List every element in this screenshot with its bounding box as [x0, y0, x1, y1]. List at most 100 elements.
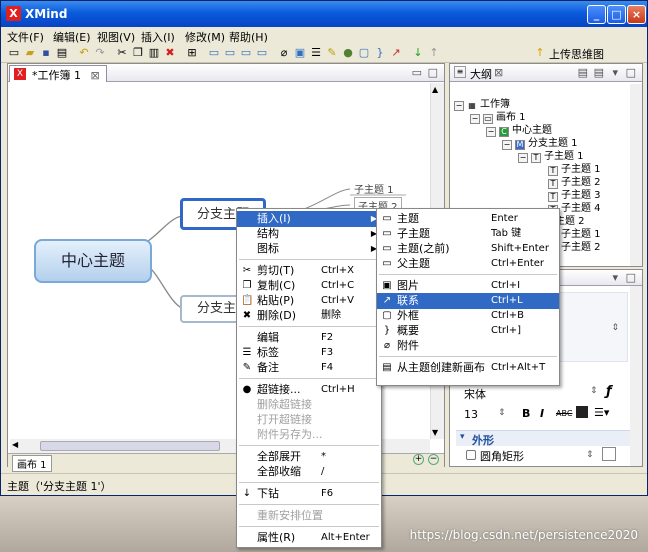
tab-close-icon[interactable]: ⊠: [494, 66, 503, 79]
submenu-item[interactable]: ▭ 主题 Enter: [377, 211, 559, 227]
copy-icon[interactable]: ❐: [131, 46, 145, 60]
tree-item[interactable]: − ▭ 画布 1: [470, 111, 526, 124]
open-icon[interactable]: ▰: [23, 46, 37, 60]
font-name[interactable]: 宋体: [464, 386, 486, 402]
submenu-item[interactable]: } 概要 Ctrl+]: [377, 323, 559, 339]
submenu-item[interactable]: ▤ 从主题创建新画布 Ctrl+Alt+T: [377, 360, 559, 376]
minimize-view-icon[interactable]: ▭: [412, 66, 422, 79]
collapse-all-icon[interactable]: ▤: [578, 66, 588, 79]
maximize-view-icon[interactable]: □: [626, 66, 636, 79]
paste-icon[interactable]: ▥: [147, 46, 161, 60]
cut-icon[interactable]: ✂: [115, 46, 129, 60]
print-icon[interactable]: ▤: [55, 46, 69, 60]
bold-icon[interactable]: B: [522, 407, 530, 420]
maximize-button[interactable]: □: [607, 5, 626, 24]
color-swatch[interactable]: [602, 447, 616, 461]
title-bar[interactable]: X XMind _ □ ×: [1, 1, 647, 27]
parent-topic-icon[interactable]: ▭: [255, 46, 269, 60]
context-menu-item[interactable]: ↓ 下钻 F6: [237, 486, 381, 502]
tree-item[interactable]: − M 分支主题 1: [502, 137, 578, 150]
outline-tab-label[interactable]: 大纲: [470, 66, 492, 82]
close-button[interactable]: ×: [627, 5, 646, 24]
tree-item[interactable]: T子主题 1: [548, 163, 601, 176]
spinner-icon[interactable]: ⇕: [586, 450, 594, 460]
float-topic-icon[interactable]: ▭: [239, 46, 253, 60]
context-menu-item[interactable]: 📋 粘贴(P) Ctrl+V: [237, 293, 381, 309]
central-topic[interactable]: 中心主题: [34, 239, 152, 283]
context-menu-item[interactable]: 属性(R) Alt+Enter: [237, 530, 381, 546]
spinner-icon[interactable]: ⇕: [498, 408, 506, 418]
menu-file[interactable]: 文件(F): [7, 29, 44, 45]
context-menu-item[interactable]: ✎ 备注 F4: [237, 360, 381, 376]
editor-tab[interactable]: X *工作簿 1 ⊠: [9, 65, 107, 82]
align-icon[interactable]: ☰▾: [594, 406, 609, 419]
undo-icon[interactable]: ↶: [77, 46, 91, 60]
submenu-item[interactable]: ▭ 主题(之前) Shift+Enter: [377, 241, 559, 257]
zoom-icon[interactable]: ⊞: [185, 46, 199, 60]
boundary-icon[interactable]: ▢: [357, 46, 371, 60]
tree-item[interactable]: − C 中心主题: [486, 124, 552, 137]
submenu-item[interactable]: ▢ 外框 Ctrl+B: [377, 308, 559, 324]
subtopic-label[interactable]: 子主题 1: [354, 181, 394, 196]
context-menu-item[interactable]: 插入(I) ▶: [237, 211, 381, 227]
outline-scrollbar[interactable]: [630, 84, 642, 266]
scroll-left-icon[interactable]: ◀: [12, 440, 18, 449]
maximize-view-icon[interactable]: □: [428, 66, 438, 79]
scroll-up-icon[interactable]: ▲: [432, 85, 438, 94]
tree-item[interactable]: − T 子主题 1: [518, 150, 584, 163]
context-menu-item[interactable]: ● 超链接... Ctrl+H: [237, 382, 381, 398]
submenu-item[interactable]: ⌀ 附件: [377, 338, 559, 354]
label-icon[interactable]: ☰: [309, 46, 323, 60]
summary-icon[interactable]: }: [373, 46, 387, 60]
scroll-thumb[interactable]: [40, 441, 220, 451]
save-icon[interactable]: ▪: [39, 46, 53, 60]
scroll-down-icon[interactable]: ▼: [432, 428, 438, 437]
submenu-item[interactable]: ▣ 图片 Ctrl+I: [377, 278, 559, 294]
expand-all-icon[interactable]: ▤: [594, 66, 604, 79]
delete-icon[interactable]: ✖: [163, 46, 177, 60]
menu-modify[interactable]: 修改(M): [185, 29, 225, 45]
minimize-button[interactable]: _: [587, 5, 606, 24]
hyperlink-icon[interactable]: ●: [341, 46, 355, 60]
menu-insert[interactable]: 插入(I): [141, 29, 175, 45]
shape-section-header[interactable]: ▾ 外形: [456, 430, 630, 447]
context-menu-item[interactable]: 编辑 F2: [237, 330, 381, 346]
tree-item[interactable]: − ▦ 工作簿: [454, 98, 510, 111]
tab-close-icon[interactable]: ⊠: [91, 69, 100, 82]
spinner-icon[interactable]: ⇕: [611, 323, 619, 333]
spinner-icon[interactable]: ⇕: [590, 386, 598, 396]
submenu-item[interactable]: ▭ 父主题 Ctrl+Enter: [377, 256, 559, 272]
menu-view[interactable]: 视图(V): [97, 29, 135, 45]
zoom-in-icon[interactable]: +: [413, 454, 424, 465]
context-menu-item[interactable]: 图标 ▶: [237, 241, 381, 257]
redo-icon[interactable]: ↷: [93, 46, 107, 60]
context-menu-item[interactable]: 全部收缩 /: [237, 464, 381, 480]
topic-icon[interactable]: ▭: [207, 46, 221, 60]
note-icon[interactable]: ✎: [325, 46, 339, 60]
attach-icon[interactable]: ⌀: [277, 46, 291, 60]
view-menu-icon[interactable]: ▾: [612, 271, 618, 284]
drill-up-icon[interactable]: ↑: [427, 46, 441, 60]
relationship-icon[interactable]: ↗: [389, 46, 403, 60]
shape-name[interactable]: 圆角矩形: [480, 448, 524, 464]
subtopic-icon[interactable]: ▭: [223, 46, 237, 60]
menu-edit[interactable]: 编辑(E): [53, 29, 91, 45]
font-size[interactable]: 13: [464, 408, 478, 421]
context-menu-item[interactable]: ✖ 删除(D) 删除: [237, 308, 381, 324]
maximize-view-icon[interactable]: □: [626, 271, 636, 284]
tree-item[interactable]: T子主题 2: [548, 176, 601, 189]
font-picker-icon[interactable]: ƒ: [606, 384, 612, 399]
context-menu-item[interactable]: ☰ 标签 F3: [237, 345, 381, 361]
properties-scrollbar[interactable]: [630, 286, 642, 466]
strikethrough-icon[interactable]: ABC: [556, 409, 572, 418]
submenu-item[interactable]: ↗ 联系 Ctrl+L: [377, 293, 559, 309]
tree-item[interactable]: T 子主题 3: [548, 189, 601, 202]
sheet-tab[interactable]: 画布 1: [12, 455, 52, 472]
font-color-icon[interactable]: [576, 406, 588, 418]
context-menu-item[interactable]: 全部展开 *: [237, 449, 381, 465]
zoom-out-icon[interactable]: −: [428, 454, 439, 465]
image-icon[interactable]: ▣: [293, 46, 307, 60]
menu-help[interactable]: 帮助(H): [229, 29, 268, 45]
submenu-item[interactable]: ▭ 子主题 Tab 键: [377, 226, 559, 242]
context-menu-item[interactable]: ✂ 剪切(T) Ctrl+X: [237, 263, 381, 279]
